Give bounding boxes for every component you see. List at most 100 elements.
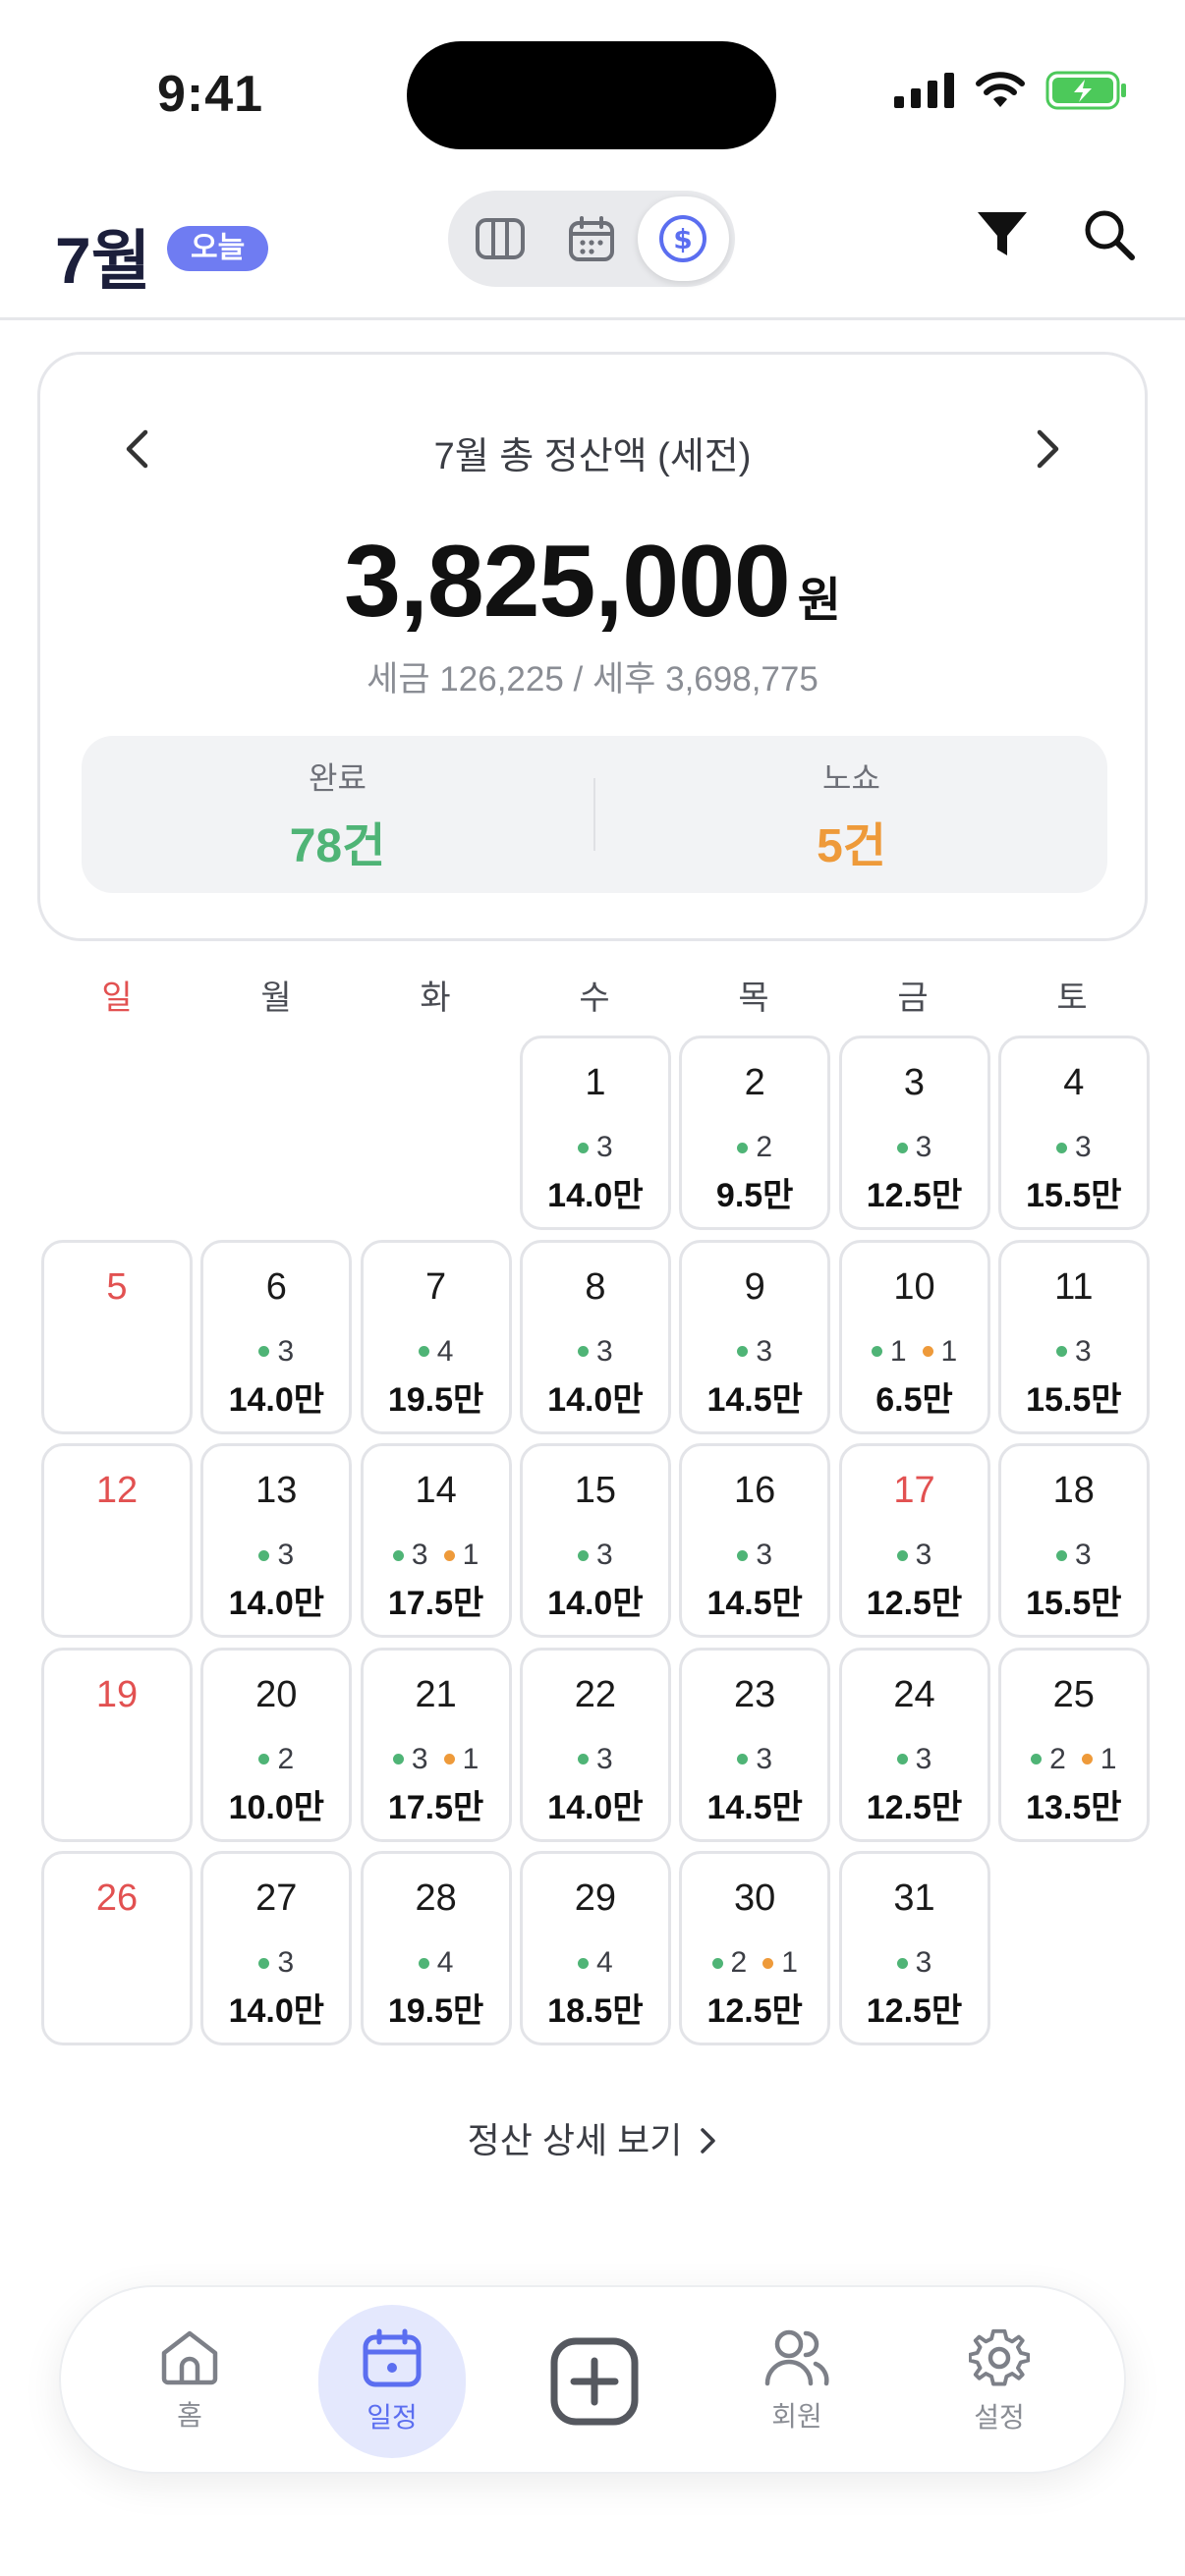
completed-dot-icon bbox=[578, 1142, 590, 1153]
day-amount: 15.5만 bbox=[1026, 1380, 1122, 1419]
day-amount: 14.5만 bbox=[706, 1380, 803, 1419]
completed-count-value: 3 bbox=[756, 1334, 773, 1368]
day-amount: 12.5만 bbox=[866, 1585, 963, 1622]
tab-schedule-label: 일정 bbox=[367, 2402, 418, 2433]
calendar-day-cell[interactable]: 25 2 1 13.5만 bbox=[997, 1647, 1150, 1842]
tab-home[interactable]: 홈 bbox=[116, 2305, 263, 2458]
calendar-day-cell[interactable]: 11 3 15.5만 bbox=[997, 1239, 1150, 1434]
completed-count-value: 4 bbox=[436, 1334, 454, 1368]
settlement-detail-link[interactable]: 정산 상세 보기 bbox=[0, 2112, 1185, 2163]
completed-count: 3 bbox=[896, 1539, 931, 1572]
calendar-day-cell[interactable]: 29 4 18.5만 bbox=[519, 1851, 671, 2045]
calendar-day-cell[interactable]: 21 3 1 17.5만 bbox=[360, 1647, 512, 1842]
completed-dot-icon bbox=[392, 1754, 404, 1764]
day-amount: 19.5만 bbox=[387, 1380, 484, 1419]
day-number: 4 bbox=[1063, 1062, 1085, 1103]
calendar-day-cell[interactable]: 4 3 15.5만 bbox=[997, 1036, 1150, 1230]
month-title[interactable]: 7월 bbox=[55, 208, 150, 303]
completed-count: 3 bbox=[578, 1539, 613, 1572]
day-amount: 12.5만 bbox=[866, 1177, 963, 1214]
noshow-stat: 노쇼 5건 bbox=[595, 736, 1107, 893]
calendar-day-cell[interactable]: 31 3 12.5만 bbox=[838, 1851, 990, 2045]
calendar-day-cell[interactable]: 6 3 14.0만 bbox=[200, 1239, 353, 1434]
tab-add[interactable] bbox=[521, 2305, 668, 2458]
next-month-button[interactable] bbox=[1019, 420, 1078, 478]
settlement-summary-card: 7월 총 정산액 (세전) 3,825,000 원 세금 126,225 / 세후… bbox=[37, 352, 1148, 941]
calendar-day-cell[interactable]: 1 3 14.0만 bbox=[519, 1036, 671, 1230]
summary-title: 7월 총 정산액 (세전) bbox=[433, 436, 752, 477]
calendar-day-cell[interactable]: 18 3 15.5만 bbox=[997, 1443, 1150, 1638]
columns-icon bbox=[475, 218, 525, 259]
completed-count: 3 bbox=[896, 1131, 931, 1164]
completed-dot-icon bbox=[258, 1549, 270, 1561]
completed-count-value: 3 bbox=[277, 1946, 295, 1979]
bottom-tab-bar: 홈 일정 회원 설정 bbox=[59, 2285, 1126, 2474]
day-number: 16 bbox=[734, 1470, 776, 1511]
calendar-day-cell[interactable]: 7 4 19.5만 bbox=[360, 1239, 512, 1434]
day-counts: 3 bbox=[1001, 1539, 1147, 1572]
today-button[interactable]: 오늘 bbox=[167, 226, 269, 271]
calendar-day-cell[interactable]: 14 3 1 17.5만 bbox=[360, 1443, 512, 1638]
completed-count: 3 bbox=[737, 1335, 772, 1369]
noshow-dot-icon bbox=[1081, 1754, 1093, 1764]
completed-count: 2 bbox=[1031, 1743, 1066, 1776]
view-settlement-button[interactable]: $ bbox=[637, 196, 729, 281]
tab-members[interactable]: 회원 bbox=[723, 2305, 871, 2458]
day-amount: 14.5만 bbox=[706, 1585, 803, 1622]
calendar-day-cell[interactable]: 12 bbox=[41, 1443, 193, 1638]
calendar-day-cell[interactable]: 8 3 14.0만 bbox=[519, 1239, 671, 1434]
home-icon bbox=[161, 2330, 218, 2385]
completed-dot-icon bbox=[896, 1549, 908, 1561]
search-icon[interactable] bbox=[1083, 208, 1136, 261]
completed-count: 4 bbox=[418, 1334, 454, 1369]
completed-count-value: 3 bbox=[596, 1539, 613, 1571]
calendar-day-cell[interactable]: 28 4 19.5만 bbox=[360, 1851, 512, 2045]
calendar-day-cell[interactable]: 15 3 14.0만 bbox=[519, 1443, 671, 1638]
completed-count-value: 3 bbox=[277, 1334, 295, 1368]
calendar-day-cell[interactable]: 3 3 12.5만 bbox=[838, 1036, 990, 1230]
calendar-day-cell[interactable]: 23 3 14.5만 bbox=[679, 1647, 831, 1842]
calendar-day-cell[interactable]: 9 3 14.5만 bbox=[679, 1239, 831, 1434]
calendar-day-cell[interactable]: 22 3 14.0만 bbox=[519, 1647, 671, 1842]
day-counts: 3 bbox=[1001, 1335, 1147, 1369]
day-number: 30 bbox=[734, 1877, 776, 1919]
calendar-day-cell[interactable]: 19 bbox=[41, 1647, 193, 1842]
filter-icon[interactable] bbox=[975, 209, 1030, 260]
completed-count: 3 bbox=[578, 1743, 613, 1776]
calendar-day-cell[interactable]: 10 1 1 6.5만 bbox=[838, 1239, 990, 1434]
tab-settings[interactable]: 설정 bbox=[926, 2305, 1073, 2458]
calendar-day-cell[interactable]: 26 bbox=[41, 1851, 193, 2045]
calendar-day-cell[interactable]: 13 3 14.0만 bbox=[200, 1443, 353, 1638]
day-number: 28 bbox=[415, 1877, 457, 1919]
calendar-day-cell[interactable]: 16 3 14.5만 bbox=[679, 1443, 831, 1638]
calendar-day-cell[interactable]: 27 3 14.0만 bbox=[200, 1851, 353, 2045]
calendar-icon bbox=[568, 216, 614, 261]
status-icons bbox=[894, 71, 1128, 110]
completed-count: 4 bbox=[418, 1946, 453, 1980]
completed-count-value: 3 bbox=[915, 1946, 932, 1979]
day-number: 15 bbox=[574, 1470, 617, 1511]
calendar-day-cell[interactable]: 5 bbox=[41, 1239, 193, 1434]
calendar-day-cell[interactable]: 30 2 1 12.5만 bbox=[679, 1851, 831, 2045]
day-counts: 3 bbox=[842, 1131, 988, 1164]
completed-dot-icon bbox=[578, 1754, 590, 1764]
view-columns-button[interactable] bbox=[454, 196, 545, 281]
weekday-header: 일 월 화 수 목 금 토 bbox=[37, 971, 1148, 1020]
tab-schedule[interactable]: 일정 bbox=[318, 2305, 466, 2458]
calendar-day-cell[interactable]: 17 3 12.5만 bbox=[838, 1443, 990, 1638]
view-calendar-button[interactable] bbox=[545, 196, 637, 281]
day-amount: 14.0만 bbox=[547, 1585, 644, 1622]
gear-icon bbox=[969, 2328, 1030, 2386]
noshow-count-value: 1 bbox=[462, 1742, 480, 1775]
day-number: 18 bbox=[1052, 1470, 1095, 1511]
calendar-day-cell[interactable]: 2 2 9.5만 bbox=[679, 1036, 831, 1230]
weekday-sat: 토 bbox=[1056, 980, 1088, 1017]
completed-dot-icon bbox=[1055, 1549, 1067, 1561]
noshow-count-value: 1 bbox=[781, 1946, 798, 1979]
completed-dot-icon bbox=[871, 1346, 882, 1357]
noshow-dot-icon bbox=[762, 1957, 774, 1969]
signal-icon bbox=[894, 73, 954, 108]
wifi-icon bbox=[976, 72, 1025, 107]
calendar-day-cell[interactable]: 24 3 12.5만 bbox=[838, 1647, 990, 1842]
calendar-day-cell[interactable]: 20 2 10.0만 bbox=[200, 1647, 353, 1842]
